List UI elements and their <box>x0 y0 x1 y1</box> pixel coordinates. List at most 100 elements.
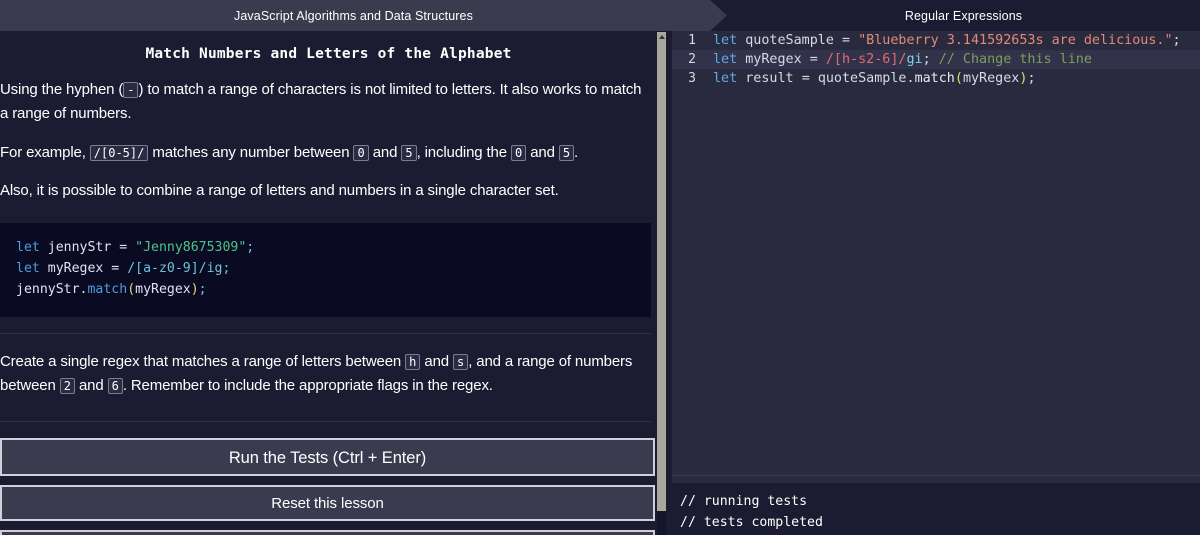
code-operator: = <box>111 261 128 277</box>
paragraph-text: and <box>424 352 449 370</box>
code-semicolon: ; <box>198 282 207 298</box>
line-number: 1 <box>688 33 696 48</box>
paragraph-combine: Also, it is possible to combine a range … <box>0 181 559 199</box>
inline-code-two: 2 <box>59 377 75 394</box>
paragraph-instructions: Create a single regex that matches a ran… <box>0 343 651 406</box>
code-token: quoteSample <box>817 71 907 86</box>
code-token: ( <box>954 71 963 86</box>
paragraph-text: . Remember to include the appropriate fl… <box>122 376 493 394</box>
code-editor-lines: 1 let quoteSample = "Blueberry 3.14159265… <box>668 31 1200 88</box>
code-token: = <box>842 33 859 48</box>
code-token: let <box>713 71 738 86</box>
code-token: match <box>914 71 955 86</box>
code-token: /[h-s2-6]/ <box>825 52 907 67</box>
code-token: ; <box>922 52 939 67</box>
code-sample-block: let jennyStr = "Jenny8675309"; let myReg… <box>0 223 651 317</box>
challenge-title: Match Numbers and Letters of the Alphabe… <box>145 46 512 62</box>
challenge-description: Using the hyphen (-) to match a range of… <box>0 71 657 535</box>
code-token: myRegex <box>737 52 810 67</box>
code-token: myRegex <box>962 71 1020 86</box>
tab-regular-expressions-label: Regular Expressions <box>904 8 1023 23</box>
code-argument: myRegex <box>135 282 191 298</box>
code-operator: = <box>119 240 136 256</box>
code-editor-line[interactable]: 3 let result = quoteSample.match(myRegex)… <box>668 69 1200 88</box>
code-variable: jennyStr <box>39 240 120 256</box>
code-keyword: let <box>16 240 40 256</box>
code-token: let <box>713 33 738 48</box>
editor-panel: 1 let quoteSample = "Blueberry 3.14159265… <box>668 31 1200 535</box>
code-variable: myRegex <box>39 261 112 277</box>
code-token: = <box>809 52 826 67</box>
paragraph-hyphen-range: Using the hyphen (-) to match a range of… <box>0 71 651 134</box>
inline-code-h: h <box>405 353 421 370</box>
test-output-console: // running tests // tests completed <box>668 483 1200 535</box>
scroll-up-arrow-icon[interactable] <box>657 32 666 41</box>
code-semicolon: ; <box>246 240 255 256</box>
code-keyword: let <box>16 261 40 277</box>
console-line: // tests completed <box>680 515 823 531</box>
paragraph-text: and <box>78 376 104 394</box>
line-number: 2 <box>688 52 696 67</box>
paragraph-example: For example, /[0-5]/ matches any number … <box>0 134 651 172</box>
code-token: . <box>906 71 915 86</box>
code-token: "Blueberry 3.141592653s are delicious." <box>858 33 1173 48</box>
challenge-panel-scrollbar[interactable] <box>657 31 666 535</box>
code-token: = <box>801 71 818 86</box>
inline-code-five-2: 5 <box>558 144 575 161</box>
code-token: ; <box>1172 33 1181 48</box>
code-line-text: let myRegex = /[h-s2-6]/gi; // Change th… <box>696 52 1092 67</box>
tab-javascript-algorithms[interactable]: JavaScript Algorithms and Data Structure… <box>0 0 727 31</box>
console-lines: // running tests // tests completed <box>680 491 1200 534</box>
code-string: "Jenny8675309" <box>135 240 247 256</box>
action-buttons: Run the Tests (Ctrl + Enter) Reset this … <box>0 438 655 535</box>
code-function: match <box>87 282 128 298</box>
inline-code-five: 5 <box>401 144 417 161</box>
inline-code-hyphen: - <box>123 82 139 98</box>
tab-javascript-algorithms-label: JavaScript Algorithms and Data Structure… <box>234 8 473 23</box>
inline-code-zero: 0 <box>353 144 369 161</box>
challenge-content: Match Numbers and Letters of the Alphabe… <box>0 31 657 535</box>
paragraph-text: and <box>530 143 555 161</box>
code-regex-flags: ig <box>206 261 223 277</box>
code-editor-line[interactable]: 2 let myRegex = /[h-s2-6]/gi; // Change t… <box>668 50 1200 69</box>
code-token: // Change this line <box>938 52 1092 67</box>
paragraph-text: Create a single regex that matches a ran… <box>0 352 402 370</box>
top-tab-bar: JavaScript Algorithms and Data Structure… <box>0 0 1200 31</box>
code-paren-close: ) <box>190 282 199 298</box>
code-object: jennyStr <box>16 282 80 298</box>
code-token: quoteSample <box>737 33 842 48</box>
inline-code-zero-2: 0 <box>510 144 527 161</box>
tab-regular-expressions[interactable]: Regular Expressions <box>727 0 1200 31</box>
code-editor-line[interactable]: 1 let quoteSample = "Blueberry 3.14159265… <box>668 31 1200 50</box>
run-tests-button[interactable]: Run the Tests (Ctrl + Enter) <box>0 438 655 477</box>
panel-gutter <box>666 31 672 535</box>
inline-code-six: 6 <box>107 377 123 394</box>
inline-code-regex-0-5: /[0-5]/ <box>89 144 149 161</box>
code-token: ; <box>1027 71 1036 86</box>
code-token: gi <box>906 52 923 67</box>
code-line-text: let result = quoteSample.match(myRegex); <box>696 71 1036 86</box>
paragraph-text: . <box>574 143 579 161</box>
code-paren-open: ( <box>127 282 136 298</box>
code-editor[interactable]: 1 let quoteSample = "Blueberry 3.14159265… <box>668 31 1200 475</box>
code-regex: /[a-z0-9]/ <box>127 261 207 277</box>
paragraph-text: , including the <box>416 143 507 161</box>
get-help-button[interactable]: Get Help <box>0 530 655 535</box>
reset-lesson-button[interactable]: Reset this lesson <box>0 485 655 522</box>
paragraph-text: For example, <box>0 143 86 161</box>
console-line: // running tests <box>680 494 808 509</box>
paragraph-text: and <box>372 143 398 161</box>
code-line-text: let quoteSample = "Blueberry 3.141592653… <box>696 33 1181 48</box>
scrollbar-thumb[interactable] <box>657 41 666 511</box>
code-token: result <box>737 71 802 86</box>
inline-code-s: s <box>453 353 469 370</box>
code-token: let <box>713 52 738 67</box>
line-number: 3 <box>688 71 696 86</box>
challenge-panel: Match Numbers and Letters of the Alphabe… <box>0 31 657 535</box>
paragraph-text: matches any number between <box>152 143 350 161</box>
paragraph-text: Using the hyphen ( <box>0 81 124 98</box>
